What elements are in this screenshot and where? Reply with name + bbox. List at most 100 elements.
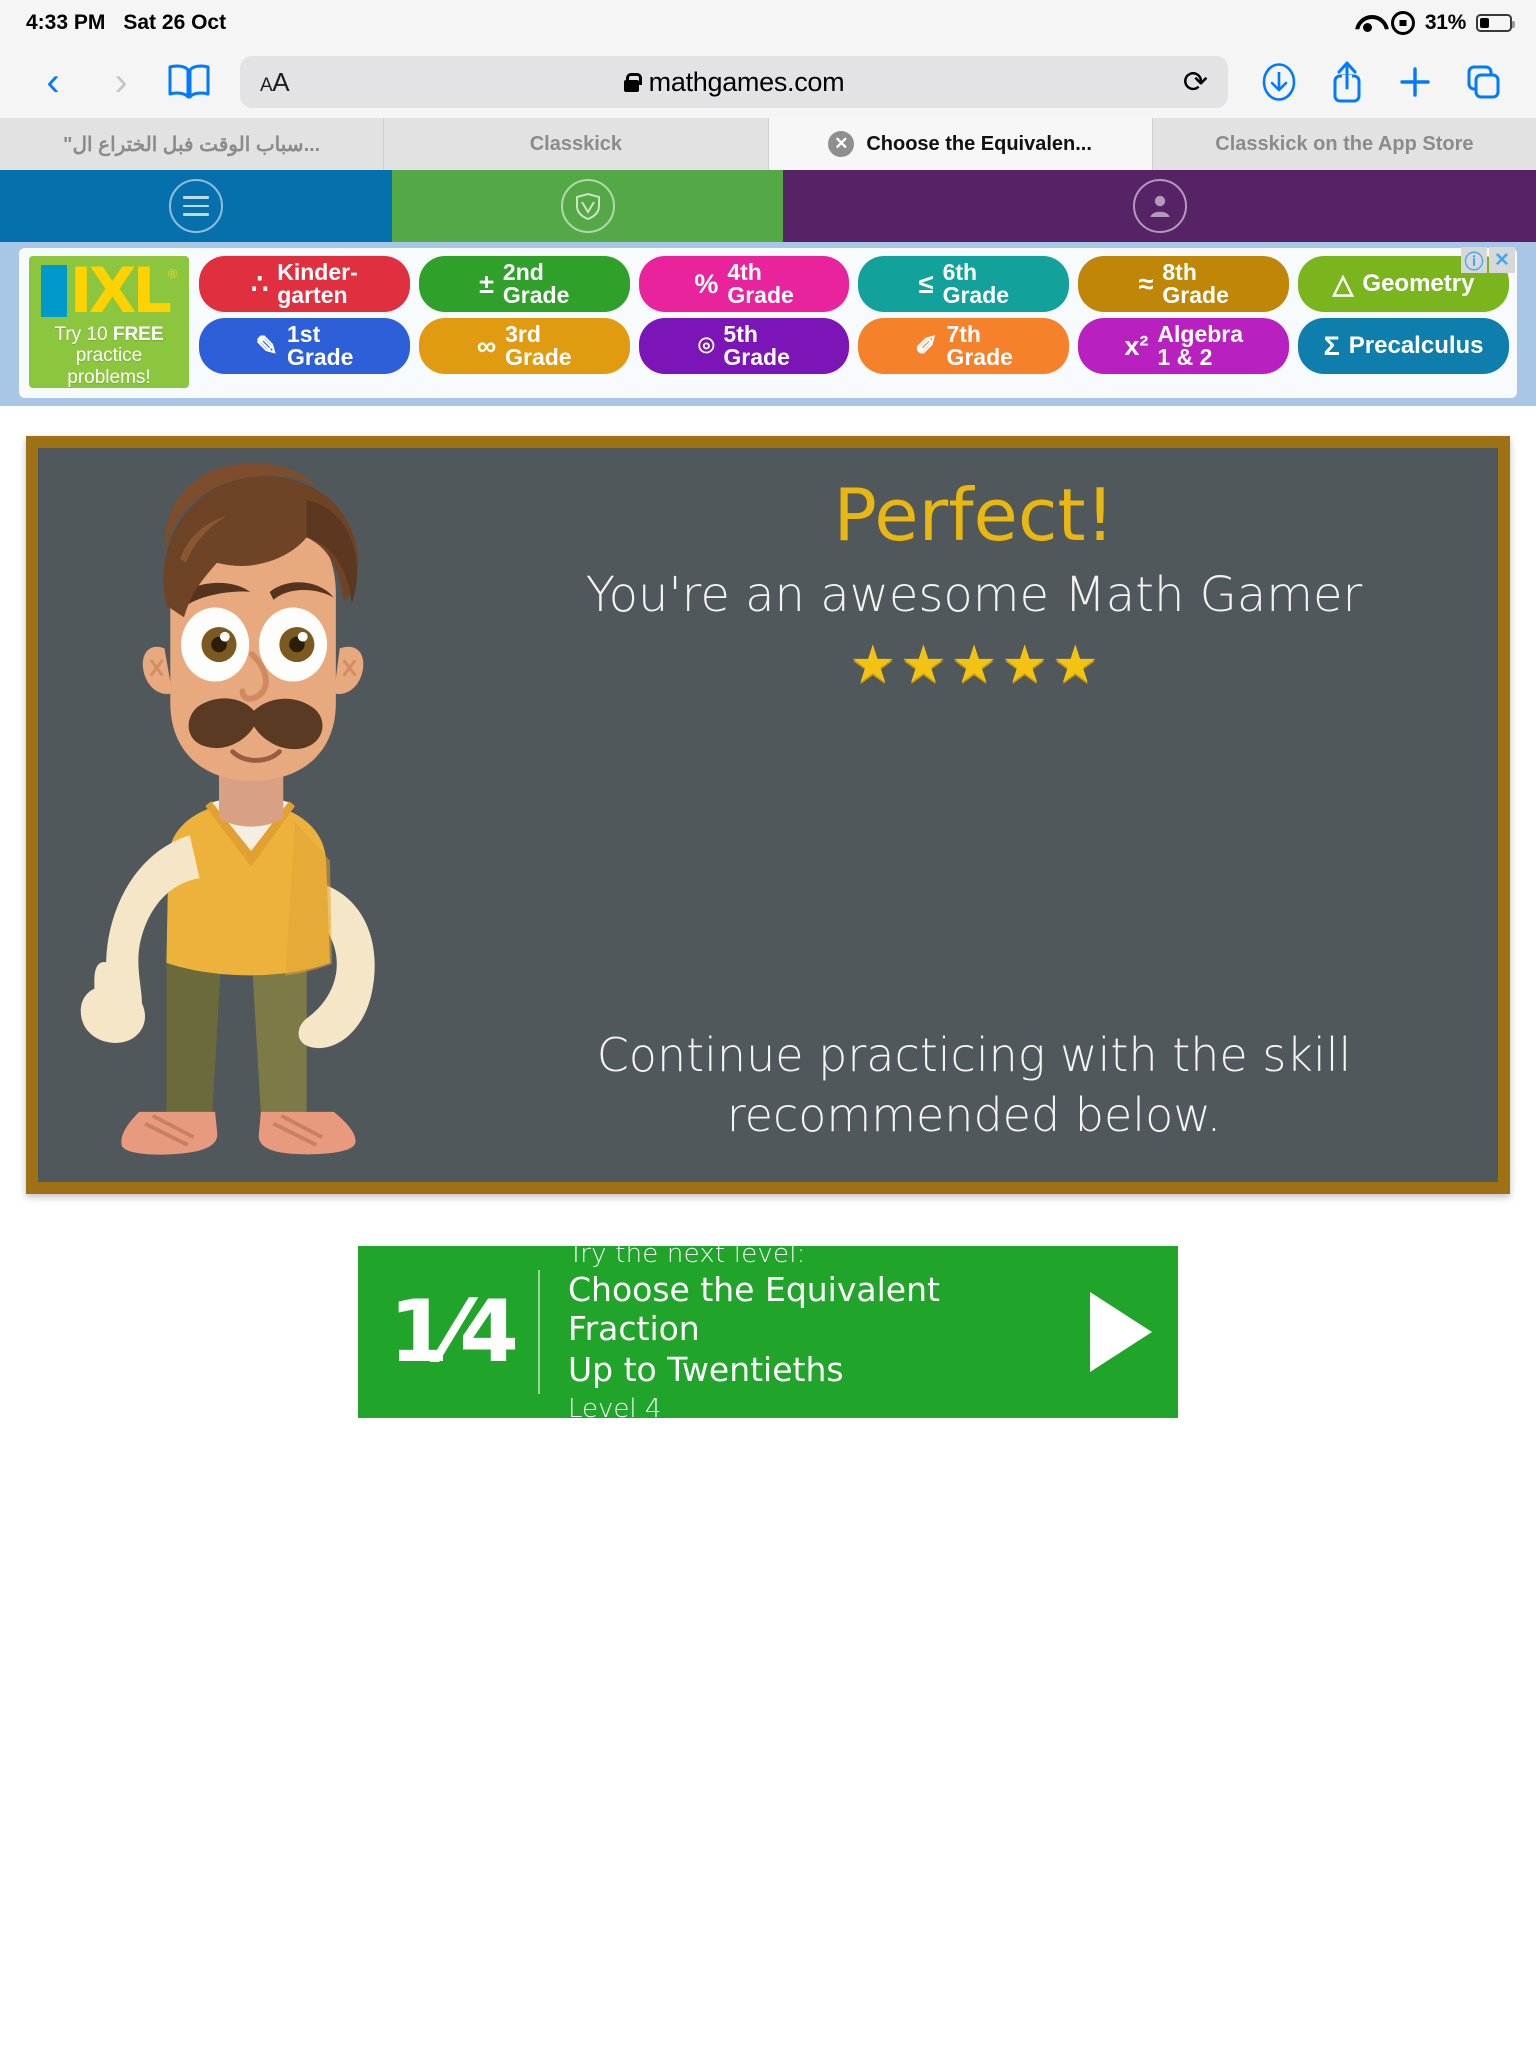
less-equal-icon: ≤ (918, 268, 934, 299)
star-icon: ★ (849, 635, 897, 694)
site-header (0, 170, 1536, 242)
ad-pill-6th-grade[interactable]: ≤ 6th Grade (858, 256, 1070, 312)
tagline-line3: problems! (67, 366, 151, 388)
tagline-prefix: Try 10 (54, 324, 113, 345)
ad-pill-1st-grade[interactable]: ✎ 1st Grade (199, 318, 410, 374)
pill-label: 1st Grade (286, 320, 354, 370)
book-icon (168, 64, 210, 99)
back-button[interactable]: ‹ (22, 56, 84, 108)
ad-grade-row: ✎ 1st Grade ∞ 3rd Grade ⌾ 5th Grade ✐ 7t… (199, 318, 1509, 374)
ad-grade-pills: ∴ Kinder- garten ± 2nd Grade % 4th Grade… (199, 256, 1509, 388)
pill-label: Algebra 1 & 2 (1157, 320, 1244, 370)
result-text-column: Perfect! You're an awesome Math Gamer ★ … (468, 448, 1480, 1182)
ad-pill-kindergarten[interactable]: ∴ Kinder- garten (199, 256, 410, 312)
ad-pill-algebra[interactable]: x² Algebra 1 & 2 (1078, 318, 1290, 374)
ad-pill-4th-grade[interactable]: % 4th Grade (638, 256, 850, 312)
hamburger-menu-icon (168, 179, 223, 233)
ad-pill-2nd-grade[interactable]: ± 2nd Grade (418, 256, 630, 312)
account-button[interactable] (783, 170, 1536, 242)
result-footer: Continue practicing with the skill recom… (468, 1026, 1480, 1146)
star-icon: ★ (1001, 635, 1048, 694)
status-time: 4:33 PM (26, 11, 106, 34)
bookmarks-button[interactable] (158, 56, 220, 108)
download-icon (1262, 63, 1296, 101)
result-heading: Perfect! (833, 472, 1115, 557)
registered-mark: ® (167, 266, 178, 281)
sigma-icon: Σ (1323, 330, 1340, 361)
battery-percent: 31% (1424, 11, 1466, 34)
ad-pill-3rd-grade[interactable]: ∞ 3rd Grade (418, 318, 630, 374)
next-level-prompt: Try the next level: (568, 1239, 806, 1270)
site-logo-button[interactable] (391, 170, 784, 242)
new-tab-button[interactable] (1384, 56, 1446, 108)
star-icon: ★ (900, 635, 947, 694)
url-text: mathgames.com (648, 66, 845, 97)
result-footer-line1: Continue practicing with the skill (596, 1028, 1352, 1083)
ixl-wordmark: IXL (69, 254, 172, 327)
ad-grade-row: ∴ Kinder- garten ± 2nd Grade % 4th Grade… (199, 256, 1509, 312)
ixl-logo: IXL ® Try 10 FREE practice problems! (29, 256, 189, 388)
star-icon: ★ (1051, 635, 1099, 694)
ad-pill-precalculus[interactable]: Σ Precalculus (1298, 318, 1509, 374)
next-level-title-line1: Choose the Equivalent Fraction (568, 1270, 940, 1349)
battery-icon (1476, 14, 1515, 32)
result-subheading: You're an awesome Math Gamer (585, 566, 1363, 623)
fraction-badge: 1⁄4 (388, 1281, 519, 1382)
pill-label: Geometry (1362, 269, 1475, 297)
pill-label: 6th Grade (942, 258, 1010, 308)
browser-tab-active[interactable]: ✕ Choose the Equivalen... (768, 118, 1153, 170)
browser-tab[interactable]: Classkick on the App Store (1152, 118, 1536, 170)
ad-pill-7th-grade[interactable]: ✐ 7th Grade (858, 318, 1070, 374)
address-bar[interactable]: AA mathgames.com ⟳ (240, 56, 1228, 108)
share-icon (1333, 61, 1361, 103)
forward-button[interactable]: › (90, 56, 152, 108)
pill-label: 4th Grade (727, 258, 794, 308)
browser-tab[interactable]: Classkick (384, 118, 769, 170)
plus-icon (1400, 67, 1430, 97)
next-level-title-line2: Up to Twentieths (568, 1350, 844, 1390)
pill-label: 8th Grade (1162, 258, 1229, 308)
browser-toolbar: ‹ › AA mathgames.com ⟳ (0, 46, 1536, 118)
triangle-icon: △ (1332, 268, 1354, 299)
dots-icon: ∴ (251, 268, 269, 299)
tab-label: Classkick on the App Store (1215, 132, 1474, 155)
percent-icon: % (694, 268, 719, 299)
tab-label: Choose the Equivalen... (866, 132, 1092, 155)
pill-label: 3rd Grade (505, 320, 572, 370)
pill-label: 7th Grade (946, 320, 1013, 370)
browser-chrome: 4:33 PM Sat 26 Oct 31% ‹ › AA mathgames.… (0, 0, 1536, 170)
pill-label: Kinder- garten (277, 258, 358, 308)
result-footer-line2: recommended below. (726, 1088, 1222, 1142)
next-level-text: Try the next level: Choose the Equivalen… (540, 1239, 1074, 1424)
ad-close-icon[interactable]: ✕ (1489, 247, 1515, 273)
tab-bar: "سباب الوقت فبل الخترا‏ع ال... Classkick… (0, 118, 1536, 170)
next-level-section: 1⁄4 Try the next level: Choose the Equiv… (0, 1239, 1536, 1424)
ixl-tagline: Try 10 FREE practice problems! (54, 324, 163, 388)
status-date: Sat 26 Oct (123, 11, 227, 34)
address-bar-url: mathgames.com (240, 67, 1228, 98)
pill-label: 5th Grade (723, 320, 790, 370)
pencil-cup-icon: ✎ (255, 330, 278, 361)
next-level-level: Level 4 (568, 1394, 662, 1425)
tab-label: Classkick (529, 132, 623, 155)
tabs-overview-button[interactable] (1452, 56, 1514, 108)
tabs-overview-icon (1467, 65, 1500, 99)
math-gamer-mascot (80, 463, 375, 1155)
share-button[interactable] (1316, 56, 1378, 108)
next-level-button[interactable]: 1⁄4 Try the next level: Choose the Equiv… (358, 1239, 1178, 1424)
ad-banner[interactable]: ⓘ ✕ IXL ® Try 10 FREE practice problems! (0, 242, 1536, 406)
browser-tab[interactable]: "سباب الوقت فبل الخترا‏ع ال... (0, 118, 385, 170)
approx-equal-icon: ≈ (1138, 268, 1154, 299)
downloads-button[interactable] (1248, 56, 1310, 108)
ad-pill-8th-grade[interactable]: ≈ 8th Grade (1078, 256, 1290, 312)
padlock-icon (623, 72, 642, 92)
close-icon[interactable]: ✕ (828, 131, 855, 157)
play-triangle-icon[interactable] (1090, 1291, 1152, 1372)
menu-button[interactable] (0, 170, 392, 242)
wifi-icon (1355, 13, 1381, 33)
ad-pill-5th-grade[interactable]: ⌾ 5th Grade (638, 318, 850, 374)
rotation-lock-icon (1390, 11, 1415, 35)
ad-info-icon[interactable]: ⓘ (1461, 247, 1487, 273)
reload-button[interactable]: ⟳ (1183, 65, 1208, 100)
mathgames-shield-icon (560, 179, 615, 233)
